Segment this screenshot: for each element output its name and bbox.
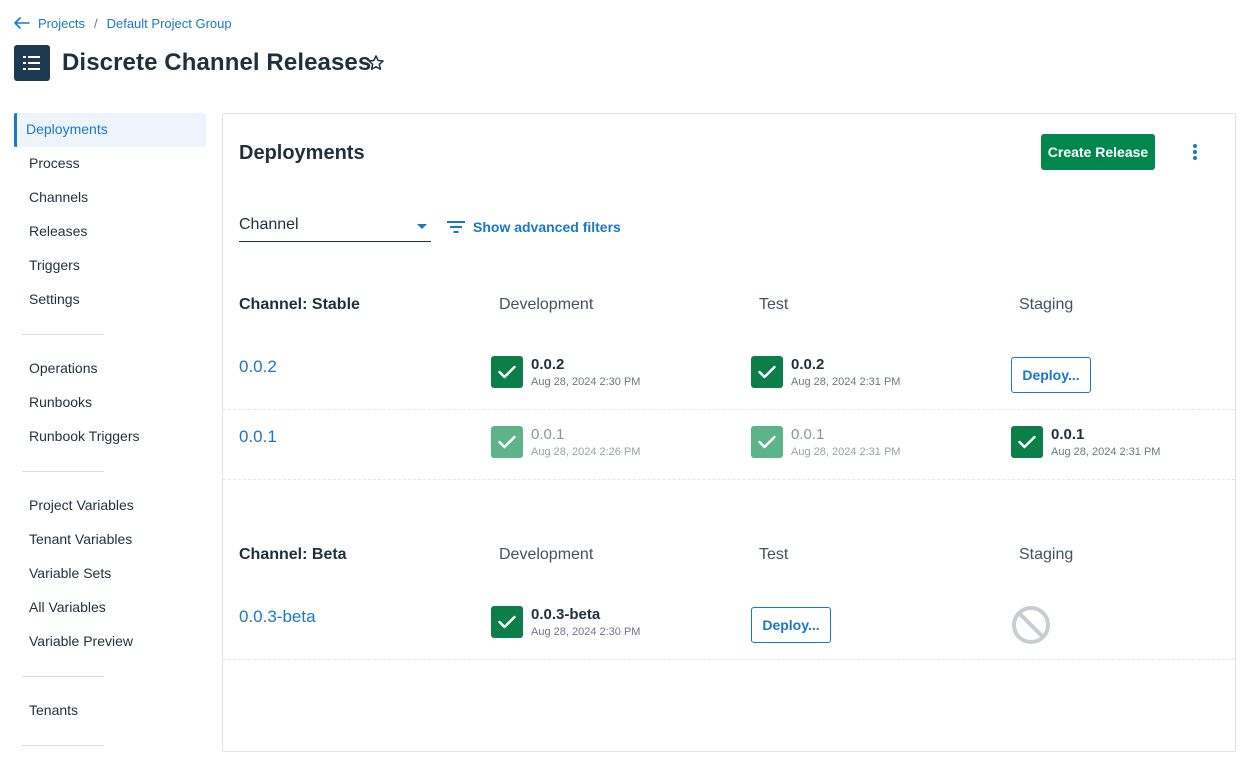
channel-name: Channel: Beta [239, 546, 347, 563]
chevron-down-icon [417, 224, 427, 229]
sidebar-item-variable-sets[interactable]: Variable Sets [14, 557, 206, 591]
release-row: 0.0.3-beta 0.0.3-beta Aug 28, 2024 2:30 PM… [223, 590, 1235, 660]
check-icon [491, 356, 523, 388]
release-row: 0.0.1 0.0.1 Aug 28, 2024 2:26 PM 0.0.1 Aug 2… [223, 410, 1235, 480]
deployment-timestamp: Aug 28, 2024 2:31 PM [791, 376, 901, 388]
no-entry-icon [1011, 605, 1051, 645]
sidebar-item-triggers[interactable]: Triggers [14, 249, 206, 283]
check-icon [491, 426, 523, 458]
breadcrumb-projects-link[interactable]: Projects [38, 16, 85, 31]
channel-header: Channel: Beta Development Test Staging [239, 546, 1219, 568]
vertical-dots-icon[interactable] [1185, 141, 1205, 163]
advanced-filters-label: Show advanced filters [473, 219, 621, 235]
check-icon [491, 606, 523, 638]
check-icon [1011, 426, 1043, 458]
sidebar-item-channels[interactable]: Channels [14, 181, 206, 215]
deployed-version: 0.0.1 [531, 426, 565, 443]
deployment-status[interactable]: 0.0.1 Aug 28, 2024 2:31 PM [1011, 426, 1191, 460]
deployed-version: 0.0.1 [1051, 426, 1085, 443]
release-version-link[interactable]: 0.0.1 [239, 427, 277, 447]
sidebar-item-deployments[interactable]: Deployments [14, 113, 206, 147]
deployment-status[interactable]: 0.0.3-beta Aug 28, 2024 2:30 PM [491, 606, 671, 640]
environment-header-test: Test [759, 296, 789, 313]
channel-header: Channel: Stable Development Test Staging [239, 296, 1219, 318]
sidebar: Deployments Process Channels Releases Trigge… [14, 113, 206, 763]
deploy-button[interactable]: Deploy... [1011, 357, 1091, 393]
deployed-version: 0.0.3-beta [531, 606, 601, 623]
breadcrumb-group-link[interactable]: Default Project Group [107, 16, 232, 31]
sidebar-item-variable-preview[interactable]: Variable Preview [14, 625, 206, 659]
sidebar-item-tenant-variables[interactable]: Tenant Variables [14, 523, 206, 557]
filter-lines-icon [447, 221, 465, 233]
environment-header-staging: Staging [1019, 546, 1074, 563]
deployed-version: 0.0.1 [791, 426, 825, 443]
sidebar-item-runbooks[interactable]: Runbooks [14, 386, 206, 420]
sidebar-item-runbook-triggers[interactable]: Runbook Triggers [14, 420, 206, 454]
check-icon [751, 356, 783, 388]
star-outline-icon[interactable] [366, 53, 386, 73]
environment-header-development: Development [499, 296, 594, 313]
deployment-timestamp: Aug 28, 2024 2:31 PM [1051, 446, 1161, 458]
breadcrumb-separator: / [93, 15, 98, 31]
release-version-link[interactable]: 0.0.3-beta [239, 607, 316, 627]
environment-header-development: Development [499, 546, 594, 563]
breadcrumb: Projects / Default Project Group [14, 14, 232, 32]
deployment-timestamp: Aug 28, 2024 2:31 PM [791, 446, 901, 458]
show-advanced-filters-link[interactable]: Show advanced filters [447, 216, 621, 238]
channel-select[interactable]: Channel [239, 214, 431, 242]
environment-header-staging: Staging [1019, 296, 1074, 313]
arrow-left-icon[interactable] [14, 16, 32, 30]
deployments-card: Deployments Create Release Channel Show … [222, 113, 1236, 752]
deployment-timestamp: Aug 28, 2024 2:30 PM [531, 376, 641, 388]
sidebar-item-releases[interactable]: Releases [14, 215, 206, 249]
sidebar-item-tenants[interactable]: Tenants [14, 694, 206, 728]
release-version-link[interactable]: 0.0.2 [239, 357, 277, 377]
deployment-status[interactable]: 0.0.1 Aug 28, 2024 2:31 PM [751, 426, 931, 460]
check-icon [751, 426, 783, 458]
release-row: 0.0.2 0.0.2 Aug 28, 2024 2:30 PM 0.0.2 Aug 2… [223, 340, 1235, 410]
project-logo [14, 45, 50, 81]
channel-name: Channel: Stable [239, 296, 360, 313]
sidebar-item-project-variables[interactable]: Project Variables [14, 489, 206, 523]
sidebar-item-settings[interactable]: Settings [14, 283, 206, 317]
deploy-button[interactable]: Deploy... [751, 607, 831, 643]
deployment-status[interactable]: 0.0.2 Aug 28, 2024 2:30 PM [491, 356, 671, 390]
deployment-timestamp: Aug 28, 2024 2:26 PM [531, 446, 641, 458]
deployment-timestamp: Aug 28, 2024 2:30 PM [531, 626, 641, 638]
deployed-version: 0.0.2 [531, 356, 565, 373]
card-title: Deployments [239, 142, 365, 164]
sidebar-divider [22, 334, 104, 335]
sidebar-divider [22, 676, 104, 677]
page-title: Discrete Channel Releases [62, 49, 372, 76]
deployment-status[interactable]: 0.0.2 Aug 28, 2024 2:31 PM [751, 356, 931, 390]
sidebar-item-all-variables[interactable]: All Variables [14, 591, 206, 625]
sidebar-divider [22, 471, 104, 472]
sidebar-item-operations[interactable]: Operations [14, 352, 206, 386]
list-icon [23, 56, 40, 70]
deployment-status[interactable]: 0.0.1 Aug 28, 2024 2:26 PM [491, 426, 671, 460]
environment-header-test: Test [759, 546, 789, 563]
deployed-version: 0.0.2 [791, 356, 825, 373]
sidebar-divider [22, 745, 104, 746]
channel-select-label: Channel [239, 216, 299, 233]
sidebar-item-process[interactable]: Process [14, 147, 206, 181]
create-release-button[interactable]: Create Release [1041, 134, 1155, 170]
